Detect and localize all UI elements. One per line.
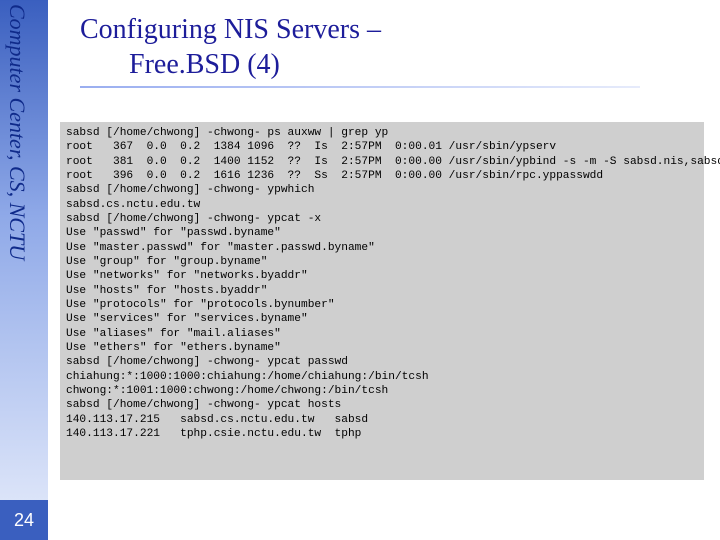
title-underline: [80, 86, 640, 88]
title-line-1: Configuring NIS Servers –: [80, 14, 381, 45]
org-vertical-label: Computer Center, CS, NCTU: [4, 4, 30, 260]
page-number: 24: [0, 500, 48, 540]
terminal-output: sabsd [/home/chwong] -chwong- ps auxww |…: [60, 122, 704, 480]
title-line-2: Free.BSD (4): [129, 49, 280, 80]
slide-title-block: Configuring NIS Servers – Free.BSD (4): [80, 12, 680, 88]
slide-title: Configuring NIS Servers – Free.BSD (4): [80, 12, 680, 82]
